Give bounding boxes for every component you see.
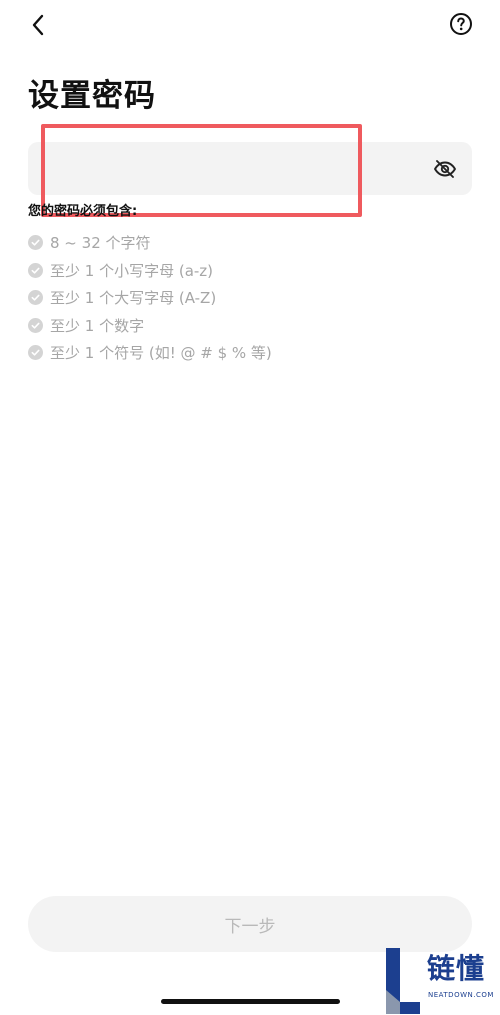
- home-indicator: [161, 999, 340, 1004]
- page-title: 设置密码: [28, 78, 156, 114]
- requirement-item: 至少 1 个数字: [28, 312, 272, 340]
- requirement-text: 至少 1 个小写字母 (a-z): [50, 261, 214, 280]
- watermark-subtext: NEATDOWN.COM: [428, 991, 494, 999]
- watermark-text: 链懂: [427, 952, 486, 985]
- watermark-logo: 链懂 NEATDOWN.COM: [376, 946, 500, 1015]
- requirement-text: 至少 1 个大写字母 (A-Z): [50, 289, 217, 308]
- watermark-l-mark-icon: [386, 948, 420, 1014]
- requirements-list: 8 ~ 32 个字符 至少 1 个小写字母 (a-z) 至少 1 个大写字母 (…: [28, 229, 272, 367]
- requirement-item: 至少 1 个大写字母 (A-Z): [28, 284, 272, 312]
- requirement-text: 至少 1 个符号 (如! @ # $ % 等): [50, 344, 272, 363]
- requirement-text: 至少 1 个数字: [50, 316, 145, 335]
- help-button[interactable]: [448, 11, 474, 37]
- requirement-item: 至少 1 个小写字母 (a-z): [28, 257, 272, 285]
- next-button[interactable]: 下一步: [28, 896, 472, 952]
- top-bar: [0, 0, 500, 56]
- requirement-text: 8 ~ 32 个字符: [50, 234, 151, 253]
- chevron-left-icon: [32, 14, 44, 36]
- check-circle-icon: [28, 235, 43, 251]
- question-circle-icon: [450, 13, 472, 35]
- eye-off-icon: [434, 160, 456, 178]
- requirement-item: 8 ~ 32 个字符: [28, 229, 272, 257]
- requirements-heading: 您的密码必须包含:: [28, 204, 138, 219]
- password-input[interactable]: [44, 142, 428, 197]
- password-field[interactable]: [28, 142, 472, 197]
- requirement-item: 至少 1 个符号 (如! @ # $ % 等): [28, 339, 272, 367]
- check-circle-icon: [28, 317, 43, 333]
- check-circle-icon: [28, 262, 43, 278]
- check-circle-icon: [28, 345, 43, 361]
- check-circle-icon: [28, 290, 43, 306]
- toggle-visibility-button[interactable]: [432, 156, 458, 182]
- back-button[interactable]: [24, 10, 52, 40]
